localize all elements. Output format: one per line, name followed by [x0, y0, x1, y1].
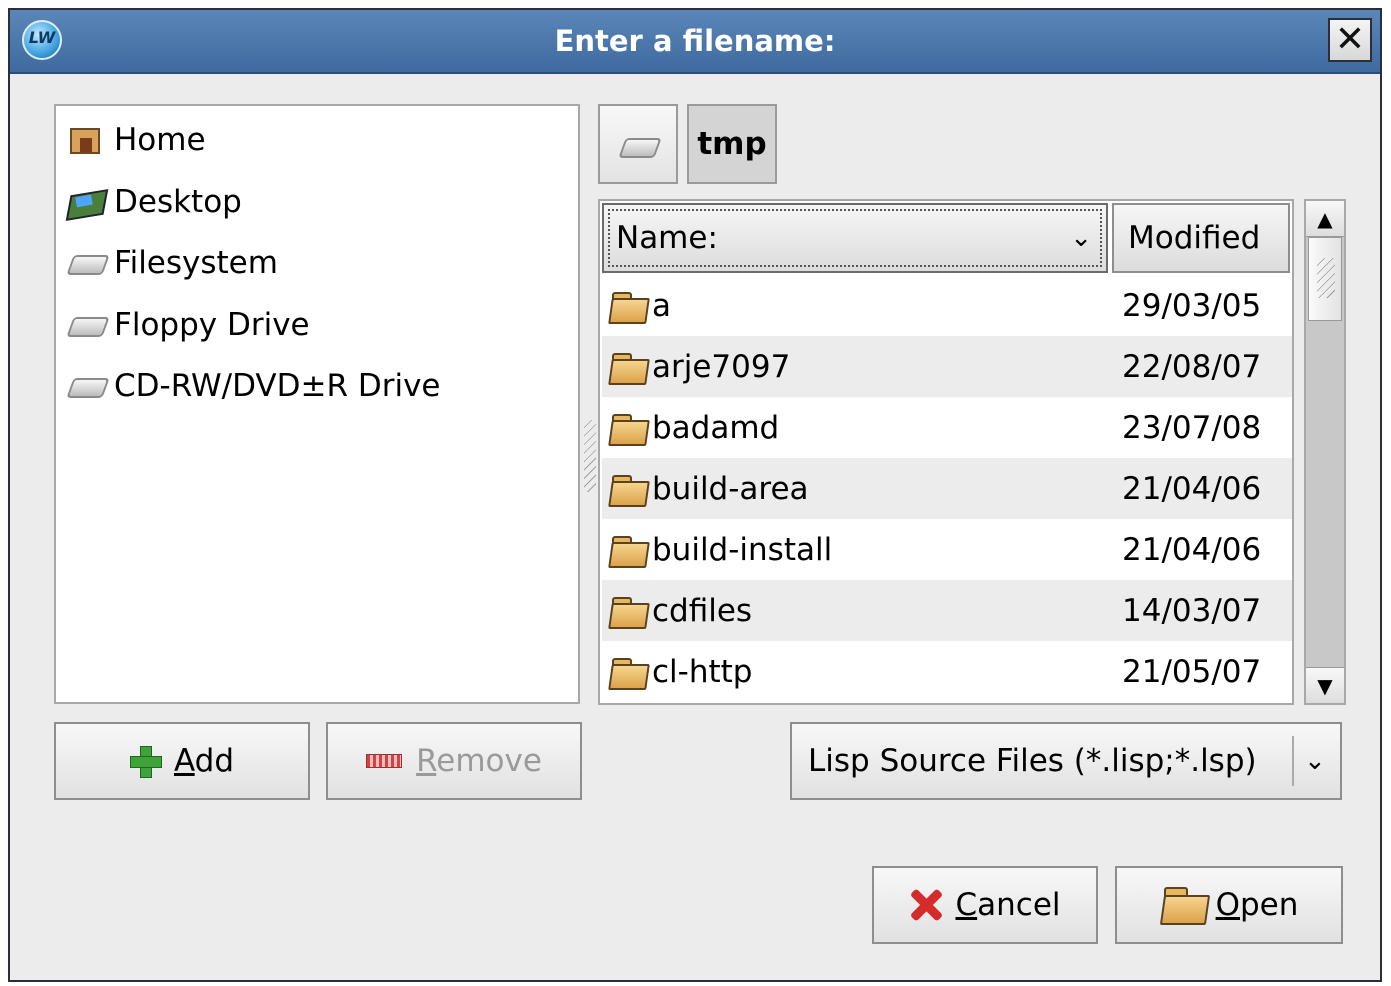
cancel-label: Cancel — [955, 887, 1061, 923]
place-label: Filesystem — [114, 245, 278, 281]
place-item-filesystem[interactable]: Filesystem — [66, 237, 278, 289]
add-label: Add — [173, 743, 235, 779]
folder-icon — [610, 595, 648, 627]
file-dialog-window: LW Enter a filename: ✕ Home Desktop File… — [8, 8, 1382, 982]
file-modified: 21/04/06 — [1122, 531, 1262, 568]
place-label: Home — [114, 122, 206, 158]
file-row[interactable]: build-area 21/04/06 — [602, 458, 1292, 519]
folder-icon — [610, 473, 648, 505]
remove-bookmark-button[interactable]: Remove — [326, 722, 582, 800]
filter-selected-value: Lisp Source Files (*.lisp;*.lsp) — [808, 743, 1257, 779]
scrollbar-thumb[interactable] — [1308, 237, 1342, 321]
folder-icon — [610, 534, 648, 566]
chevron-down-icon: ⌄ — [1070, 223, 1092, 253]
folder-icon — [610, 656, 648, 688]
file-row[interactable]: cdfiles 14/03/07 — [602, 580, 1292, 641]
cancel-button[interactable]: Cancel — [872, 866, 1098, 944]
select-divider — [1292, 736, 1294, 786]
open-button[interactable]: Open — [1115, 866, 1343, 944]
file-row[interactable]: arje7097 22/08/07 — [602, 336, 1292, 397]
add-bookmark-button[interactable]: Add — [54, 722, 310, 800]
place-item-floppy[interactable]: Floppy Drive — [66, 299, 310, 351]
file-row[interactable]: badamd 23/07/08 — [602, 397, 1292, 458]
drive-icon — [618, 126, 658, 166]
remove-label: Remove — [416, 743, 542, 779]
scroll-up-arrow-icon[interactable]: ▲ — [1306, 201, 1344, 237]
file-row[interactable]: build-install 21/04/06 — [602, 519, 1292, 580]
scroll-down-arrow-icon[interactable]: ▼ — [1306, 667, 1344, 703]
file-modified: 22/08/07 — [1122, 348, 1262, 385]
cancel-x-icon — [909, 888, 943, 922]
file-row[interactable]: a 29/03/05 — [602, 275, 1292, 336]
place-item-home[interactable]: Home — [66, 114, 206, 166]
desktop-icon — [66, 182, 106, 222]
place-item-desktop[interactable]: Desktop — [66, 176, 242, 228]
open-label: Open — [1215, 887, 1299, 923]
place-item-cdrw[interactable]: CD-RW/DVD±R Drive — [66, 360, 441, 412]
open-folder-icon — [1160, 885, 1210, 925]
place-label: Desktop — [114, 184, 242, 220]
file-modified: 14/03/07 — [1122, 592, 1262, 629]
drive-icon — [66, 305, 106, 345]
place-label: CD-RW/DVD±R Drive — [114, 368, 441, 404]
folder-icon — [610, 351, 648, 383]
minus-icon — [366, 754, 403, 768]
home-folder-icon — [66, 120, 106, 160]
place-label: Floppy Drive — [114, 307, 310, 343]
column-name-label: Name: — [616, 220, 718, 256]
file-modified: 21/05/07 — [1122, 653, 1262, 690]
drive-icon — [66, 243, 106, 283]
chevron-down-icon: ⌄ — [1304, 746, 1326, 776]
file-row[interactable]: cl-http 21/05/07 — [602, 641, 1292, 702]
path-root-button[interactable] — [598, 104, 678, 184]
column-header-modified[interactable]: Modified — [1112, 203, 1290, 273]
file-type-filter-select[interactable]: Lisp Source Files (*.lisp;*.lsp) ⌄ — [790, 722, 1342, 800]
close-icon: ✕ — [1334, 19, 1366, 60]
drive-icon — [66, 366, 106, 406]
file-modified: 23/07/08 — [1122, 409, 1262, 446]
title-bar[interactable]: LW Enter a filename: ✕ — [10, 10, 1380, 74]
file-modified: 21/04/06 — [1122, 470, 1262, 507]
places-sidebar[interactable]: Home Desktop Filesystem Floppy Drive CD-… — [54, 104, 580, 704]
pane-resize-handle[interactable] — [584, 420, 596, 492]
plus-icon — [129, 746, 162, 778]
file-list-scrollbar[interactable]: ▲ ▼ — [1304, 199, 1346, 705]
folder-icon — [610, 412, 648, 444]
close-button[interactable]: ✕ — [1328, 18, 1372, 62]
file-list[interactable]: Name: ⌄ Modified a 29/03/05 arje7097 22/… — [598, 199, 1294, 705]
folder-icon — [610, 290, 648, 322]
dialog-title: Enter a filename: — [554, 24, 836, 58]
path-current-button[interactable]: tmp — [687, 104, 777, 184]
file-modified: 29/03/05 — [1122, 287, 1262, 324]
column-header-name[interactable]: Name: ⌄ — [602, 203, 1108, 273]
